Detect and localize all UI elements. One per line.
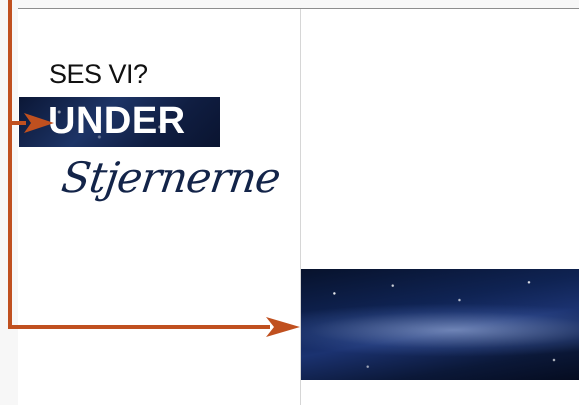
connector-arrow xyxy=(8,0,300,337)
arrowhead-bottom xyxy=(266,317,300,337)
document-canvas: SES VI? UNDER Stjernerne xyxy=(0,0,579,405)
connector-line xyxy=(8,0,270,329)
arrowhead-top xyxy=(24,113,54,133)
